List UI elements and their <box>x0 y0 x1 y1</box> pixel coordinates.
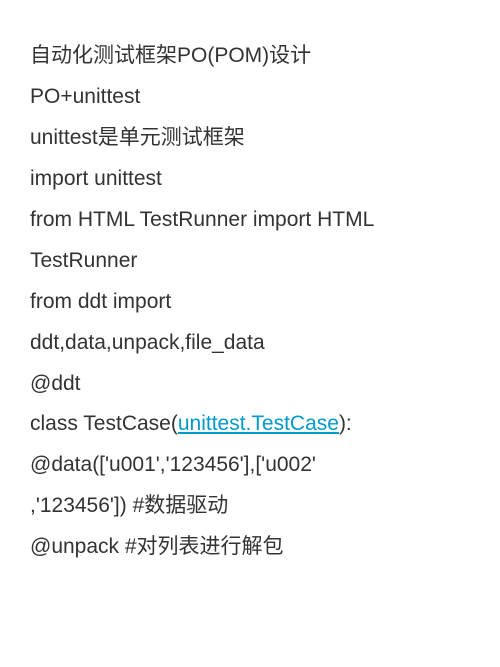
class-decl-post: ): <box>339 412 352 435</box>
text-line-8: @ddt <box>30 364 470 405</box>
text-line-4: import unittest <box>30 159 470 200</box>
text-line-5a: from HTML TestRunner import HTML <box>30 200 470 241</box>
class-decl-pre: class TestCase( <box>30 412 178 435</box>
text-line-1: 自动化测试框架PO(POM)设计 <box>30 36 470 77</box>
text-line-2: PO+unittest <box>30 77 470 118</box>
unittest-testcase-link[interactable]: unittest.TestCase <box>178 412 339 435</box>
text-line-10b: ,'123456']) #数据驱动 <box>30 486 470 527</box>
text-line-6: from ddt import <box>30 282 470 323</box>
text-line-7: ddt,data,unpack,file_data <box>30 323 470 364</box>
text-line-3: unittest是单元测试框架 <box>30 118 470 159</box>
text-line-11: @unpack #对列表进行解包 <box>30 527 470 568</box>
text-line-9: class TestCase(unittest.TestCase): <box>30 404 470 445</box>
text-line-5b: TestRunner <box>30 241 470 282</box>
text-line-10a: @data(['u001','123456'],['u002' <box>30 445 470 486</box>
